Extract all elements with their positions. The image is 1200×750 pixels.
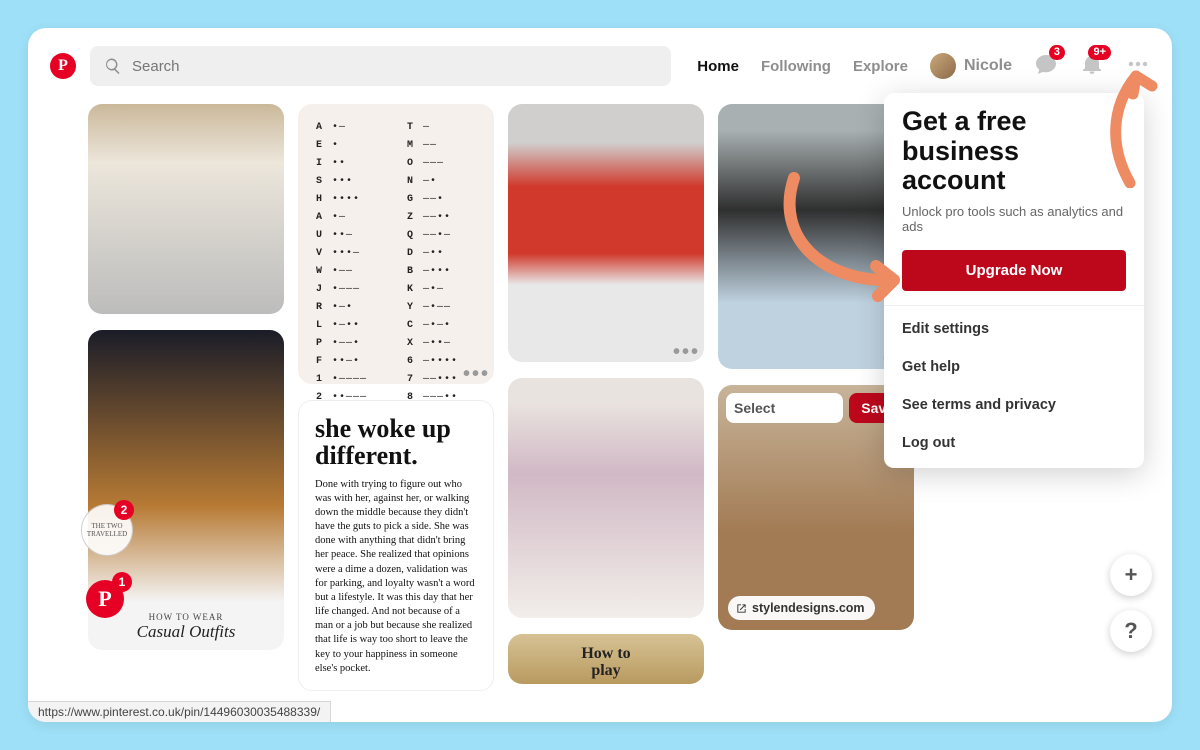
pin-morse-code[interactable]: A•—E•I••S•••H••••A•—U••—V•••—W•——J•———R•…: [298, 104, 494, 384]
ellipsis-icon: [1126, 52, 1150, 76]
app-frame: P Home Following Explore Nicole 3 9+: [28, 28, 1172, 722]
search-bar[interactable]: [90, 46, 671, 86]
nav-user[interactable]: Nicole: [930, 53, 1012, 79]
floral-caption: HOW TO WEAR Casual Outfits: [88, 612, 284, 642]
quote-title: she woke up different.: [315, 415, 477, 470]
pin-red-skirt[interactable]: •••: [508, 104, 704, 362]
notifications-button[interactable]: 9+: [1080, 52, 1104, 81]
more-menu-dropdown: Get a free business account Unlock pro t…: [884, 93, 1144, 468]
external-link-icon: [736, 603, 747, 614]
header: P Home Following Explore Nicole 3 9+: [28, 28, 1172, 98]
notifications-badge: 9+: [1088, 45, 1111, 60]
search-input[interactable]: [132, 58, 657, 75]
menu-edit-settings[interactable]: Edit settings: [902, 310, 1126, 348]
help-button[interactable]: ?: [1110, 610, 1152, 652]
nav-home[interactable]: Home: [697, 58, 739, 75]
add-button[interactable]: +: [1110, 554, 1152, 596]
top-nav: Home Following Explore Nicole 3 9+: [697, 52, 1150, 81]
user-name-label: Nicole: [964, 57, 1012, 75]
nav-explore[interactable]: Explore: [853, 58, 908, 75]
pin-outfit-mirror[interactable]: [88, 104, 284, 314]
status-bar-url: https://www.pinterest.co.uk/pin/14496030…: [28, 701, 331, 722]
pinterest-logo-icon[interactable]: P: [50, 53, 76, 79]
upgrade-now-button[interactable]: Upgrade Now: [902, 250, 1126, 291]
messages-button[interactable]: 3: [1034, 52, 1058, 81]
count-badge-top: 2: [114, 500, 134, 520]
search-icon: [104, 57, 122, 75]
fab-stack: + ?: [1110, 554, 1152, 652]
divider: [884, 305, 1144, 306]
messages-badge: 3: [1049, 45, 1065, 60]
count-badge-bottom: 1: [112, 572, 132, 592]
menu-get-help[interactable]: Get help: [902, 348, 1126, 386]
avatar: [930, 53, 956, 79]
pin-more-icon[interactable]: •••: [673, 341, 700, 364]
board-select[interactable]: Select: [726, 393, 843, 423]
dropdown-subtitle: Unlock pro tools such as analytics and a…: [902, 204, 1126, 234]
pin-more-icon[interactable]: •••: [463, 363, 490, 386]
source-chip[interactable]: stylendesigns.com: [728, 596, 875, 620]
menu-terms[interactable]: See terms and privacy: [902, 386, 1126, 424]
dropdown-title: Get a free business account: [902, 107, 1126, 196]
menu-log-out[interactable]: Log out: [902, 424, 1126, 462]
more-menu-button[interactable]: [1126, 52, 1150, 81]
pin-floral-outfit[interactable]: THE TWO TRAVELLED 2 P 1 HOW TO WEAR Casu…: [88, 330, 284, 650]
morse-content: A•—E•I••S•••H••••A•—U••—V•••—W•——J•———R•…: [298, 104, 494, 384]
pin-quote[interactable]: she woke up different. Done with trying …: [298, 400, 494, 691]
pin-howto-play[interactable]: How to play: [508, 634, 704, 684]
quote-body: Done with trying to figure out who was w…: [315, 478, 477, 676]
pin-vanity[interactable]: [508, 378, 704, 618]
nav-following[interactable]: Following: [761, 58, 831, 75]
